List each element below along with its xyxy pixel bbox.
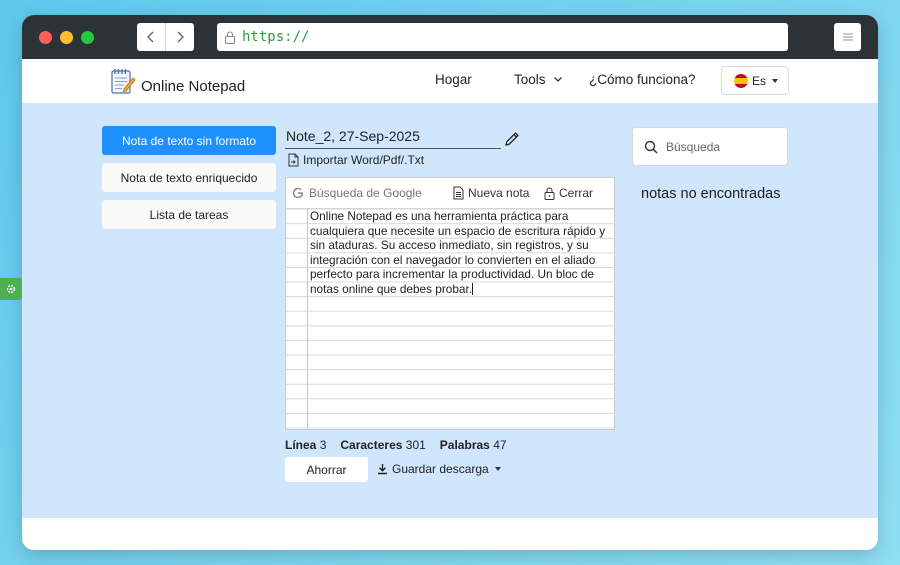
history-nav [137, 23, 194, 51]
editor-toolbar: Búsqueda de Google Nueva nota Cerrar [286, 178, 614, 206]
text-cursor [472, 282, 474, 295]
browser-window: https:// Online Notepad Hogar Tools ¿Cóm… [22, 15, 878, 550]
close-window-button[interactable] [39, 31, 52, 44]
note-content: Online Notepad es una herramienta prácti… [310, 209, 606, 296]
language-selector[interactable]: Es [721, 66, 789, 95]
notepad-logo-icon [111, 69, 136, 94]
padlock-icon [544, 187, 555, 200]
nav-how-it-works-link[interactable]: ¿Cómo funciona? [589, 72, 696, 87]
settings-button[interactable] [0, 278, 22, 300]
main-content: Nota de texto sin formato Nota de texto … [22, 103, 878, 518]
gear-icon [6, 284, 16, 294]
sidebar-item-rich-text[interactable]: Nota de texto enriquecido [102, 163, 276, 192]
new-note-icon [453, 186, 464, 200]
search-input[interactable] [666, 139, 776, 154]
close-note-button[interactable]: Cerrar [544, 186, 593, 200]
site-logo[interactable]: Online Notepad [110, 67, 245, 95]
sidebar-item-plain-text[interactable]: Nota de texto sin formato [102, 126, 276, 155]
edit-title-button[interactable] [504, 131, 520, 152]
download-dropdown[interactable]: Guardar descarga [377, 462, 501, 476]
note-editor: Búsqueda de Google Nueva nota Cerrar Onl… [285, 177, 615, 430]
new-note-button[interactable]: Nueva nota [453, 186, 529, 200]
google-g-icon [292, 187, 304, 199]
search-icon [644, 140, 658, 154]
google-search-label: Búsqueda de Google [309, 186, 422, 200]
line-gutter [307, 208, 308, 429]
line-stat: Línea 3 [285, 438, 327, 452]
address-bar[interactable]: https:// [217, 23, 788, 51]
caret-down-icon [772, 78, 779, 83]
file-import-icon [288, 153, 299, 167]
no-notes-message: notas no encontradas [641, 186, 781, 202]
chevron-right-icon [177, 31, 184, 43]
import-file-button[interactable]: Importar Word/Pdf/.Txt [287, 153, 424, 167]
download-icon [378, 464, 387, 475]
nav-home-link[interactable]: Hogar [435, 72, 472, 87]
caret-down-icon [494, 467, 501, 471]
url-text: https:// [242, 29, 310, 45]
browser-menu-button[interactable] [834, 23, 861, 51]
note-textarea[interactable]: Online Notepad es una herramienta prácti… [310, 209, 610, 297]
words-stat: Palabras 47 [439, 438, 507, 452]
nav-tools-dropdown[interactable]: Tools [514, 72, 563, 87]
menu-icon [842, 33, 853, 41]
save-button[interactable]: Ahorrar [285, 457, 368, 482]
browser-titlebar: https:// [22, 15, 878, 59]
note-stats: Línea 3 Caracteres 301 Palabras 47 [285, 438, 507, 452]
download-label: Guardar descarga [392, 462, 489, 476]
chars-stat: Caracteres 301 [340, 438, 426, 452]
import-label: Importar Word/Pdf/.Txt [303, 153, 425, 167]
lock-icon [224, 30, 236, 44]
logo-text: Online Notepad [141, 77, 246, 95]
forward-button[interactable] [165, 23, 193, 51]
notes-search [632, 127, 788, 166]
google-search-button[interactable]: Búsqueda de Google [292, 186, 422, 200]
back-button[interactable] [137, 23, 165, 51]
language-label: Es [752, 73, 767, 88]
nav-tools-label: Tools [514, 72, 546, 87]
spain-flag-icon [734, 73, 748, 88]
close-note-label: Cerrar [559, 186, 594, 200]
site-header: Online Notepad Hogar Tools ¿Cómo funcion… [22, 59, 878, 103]
minimize-window-button[interactable] [60, 31, 73, 44]
chevron-left-icon [147, 31, 154, 43]
page-footer [22, 518, 878, 550]
sidebar-item-todo-list[interactable]: Lista de tareas [102, 200, 276, 229]
note-title-field[interactable]: Note_2, 27-Sep-2025 [285, 128, 501, 149]
pencil-icon [505, 132, 519, 146]
maximize-window-button[interactable] [81, 31, 94, 44]
chevron-down-icon [553, 77, 562, 82]
new-note-label: Nueva nota [468, 186, 530, 200]
